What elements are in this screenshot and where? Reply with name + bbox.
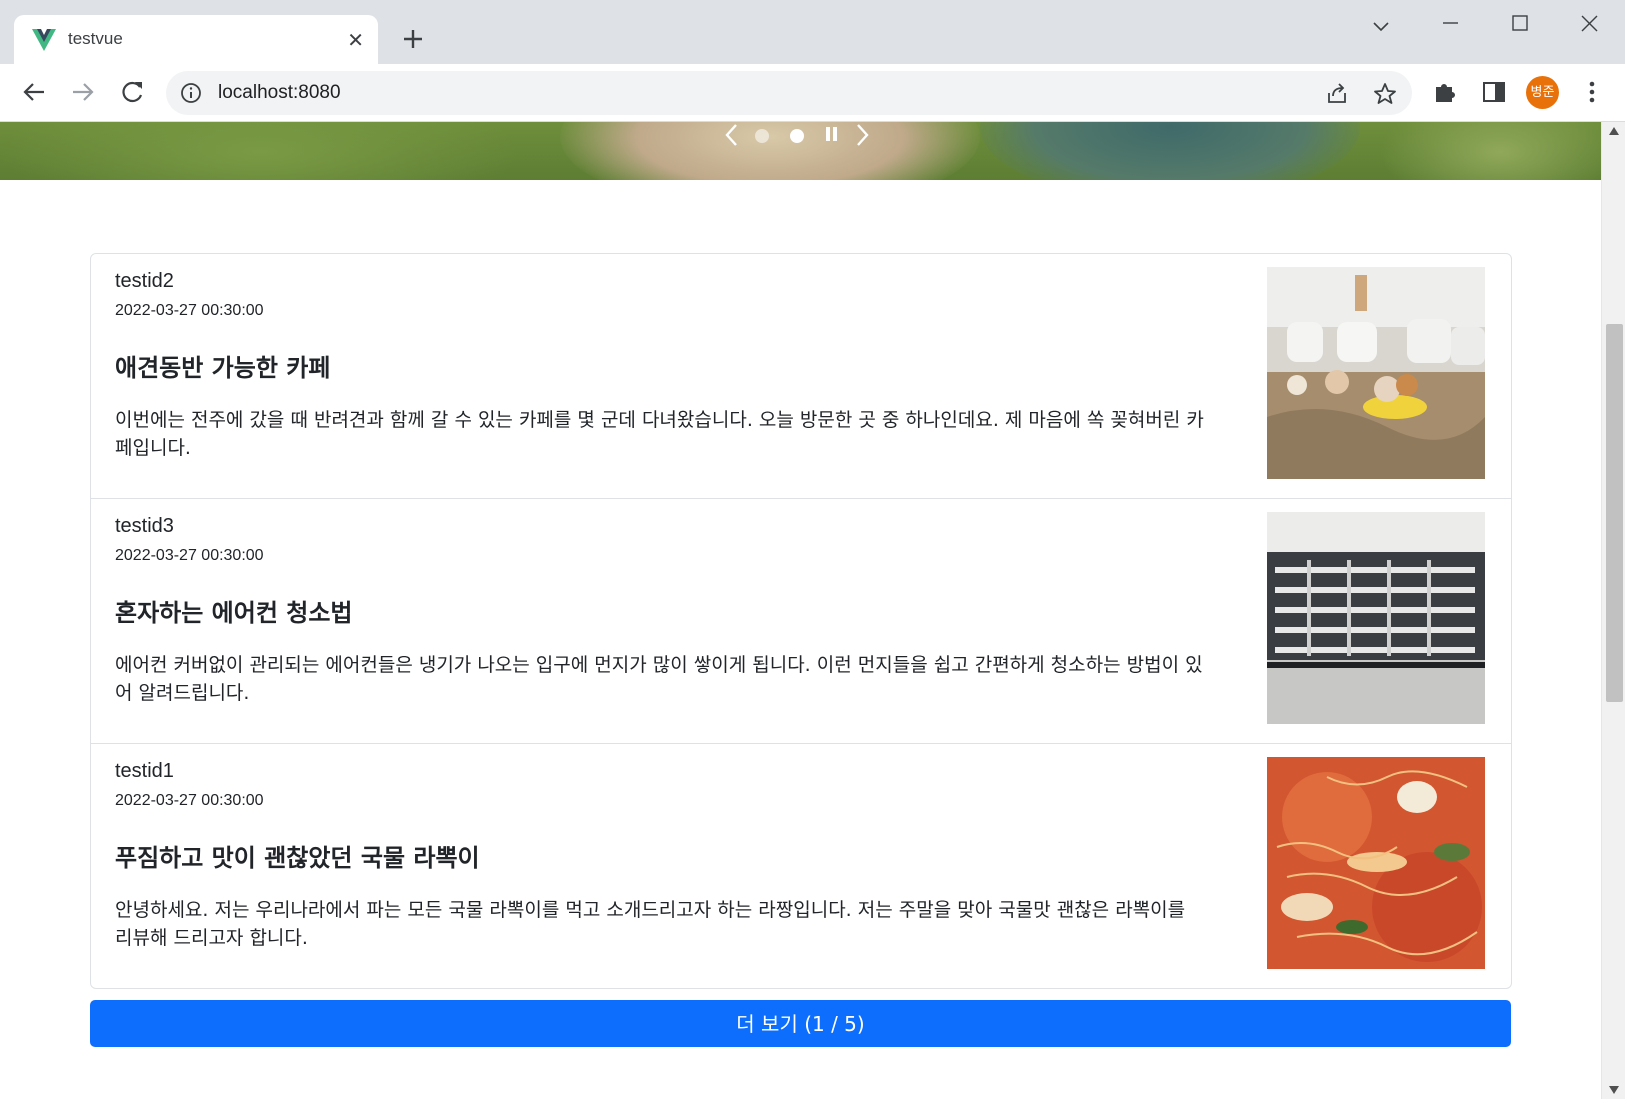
post-date: 2022-03-27 00:30:00 (115, 302, 264, 319)
carousel-indicator-2[interactable] (790, 129, 804, 143)
post-summary: 이번에는 전주에 갔을 때 반려견과 함께 갈 수 있는 카페를 몇 군데 다녀… (115, 409, 1204, 459)
post-title[interactable]: 애견동반 가능한 카페 (115, 348, 330, 383)
post-summary: 에어컨 커버없이 관리되는 에어컨들은 냉기가 나오는 입구에 먼지가 많이 쌓… (115, 654, 1203, 704)
post-date: 2022-03-27 00:30:00 (115, 547, 264, 564)
post-summary: 안녕하세요. 저는 우리나라에서 파는 모든 국물 라뽁이를 먹고 소개드리고자… (115, 899, 1186, 949)
list-item[interactable]: testid3 2022-03-27 00:30:00 혼자하는 에어컨 청소법… (91, 499, 1511, 744)
scroll-up-arrow-icon[interactable] (1608, 126, 1620, 136)
tab-search-chevron-icon[interactable] (1358, 12, 1404, 42)
post-author: testid3 (115, 515, 174, 537)
post-thumbnail[interactable] (1267, 267, 1485, 479)
browser-tab-bar: testvue ✕ (0, 0, 1625, 64)
new-tab-icon[interactable] (396, 22, 430, 56)
load-more-button[interactable]: 더 보기 (1 / 5) (90, 1000, 1511, 1047)
more-menu-icon[interactable] (1578, 78, 1606, 106)
scrollbar-thumb[interactable] (1606, 324, 1623, 702)
close-window-icon[interactable] (1566, 12, 1612, 42)
post-title[interactable]: 푸짐하고 맛이 괜찮았던 국물 라뽁이 (115, 838, 480, 873)
profile-avatar[interactable]: 병준 (1526, 76, 1559, 109)
tab-close-icon[interactable]: ✕ (347, 28, 364, 52)
carousel-indicator-1[interactable] (755, 129, 769, 143)
chevron-right-icon[interactable] (852, 122, 872, 150)
site-info-icon[interactable] (180, 82, 202, 104)
post-thumbnail[interactable] (1267, 512, 1485, 724)
extensions-puzzle-icon[interactable] (1431, 78, 1459, 106)
post-author: testid1 (115, 760, 174, 782)
url-text[interactable]: localhost:8080 (218, 82, 341, 104)
address-bar[interactable]: localhost:8080 (166, 71, 1412, 115)
vue-logo-icon (32, 29, 56, 51)
chevron-left-icon[interactable] (722, 122, 742, 150)
reload-icon[interactable] (116, 76, 148, 108)
forward-arrow-icon[interactable] (67, 76, 99, 108)
browser-tab[interactable]: testvue ✕ (14, 15, 378, 64)
page-scrollbar[interactable] (1601, 122, 1625, 1099)
back-arrow-icon[interactable] (18, 76, 50, 108)
pause-icon[interactable] (822, 122, 842, 150)
post-date: 2022-03-27 00:30:00 (115, 792, 264, 809)
minimize-icon[interactable] (1427, 12, 1473, 42)
list-item[interactable]: testid1 2022-03-27 00:30:00 푸짐하고 맛이 괜찮았던… (91, 744, 1511, 988)
share-icon[interactable] (1324, 81, 1350, 107)
post-title[interactable]: 혼자하는 에어컨 청소법 (115, 593, 353, 628)
page-viewport: testid2 2022-03-27 00:30:00 애견동반 가능한 카페 … (0, 122, 1601, 1099)
list-item[interactable]: testid2 2022-03-27 00:30:00 애견동반 가능한 카페 … (91, 254, 1511, 499)
post-author: testid2 (115, 270, 174, 292)
bookmark-star-icon[interactable] (1372, 81, 1398, 107)
tab-title: testvue (68, 29, 123, 48)
browser-toolbar: localhost:8080 병준 (0, 64, 1625, 122)
image-carousel (0, 122, 1601, 180)
side-panel-icon[interactable] (1480, 78, 1508, 106)
post-thumbnail[interactable] (1267, 757, 1485, 969)
post-list: testid2 2022-03-27 00:30:00 애견동반 가능한 카페 … (90, 253, 1512, 989)
maximize-icon[interactable] (1497, 12, 1543, 42)
scroll-down-arrow-icon[interactable] (1608, 1085, 1620, 1095)
